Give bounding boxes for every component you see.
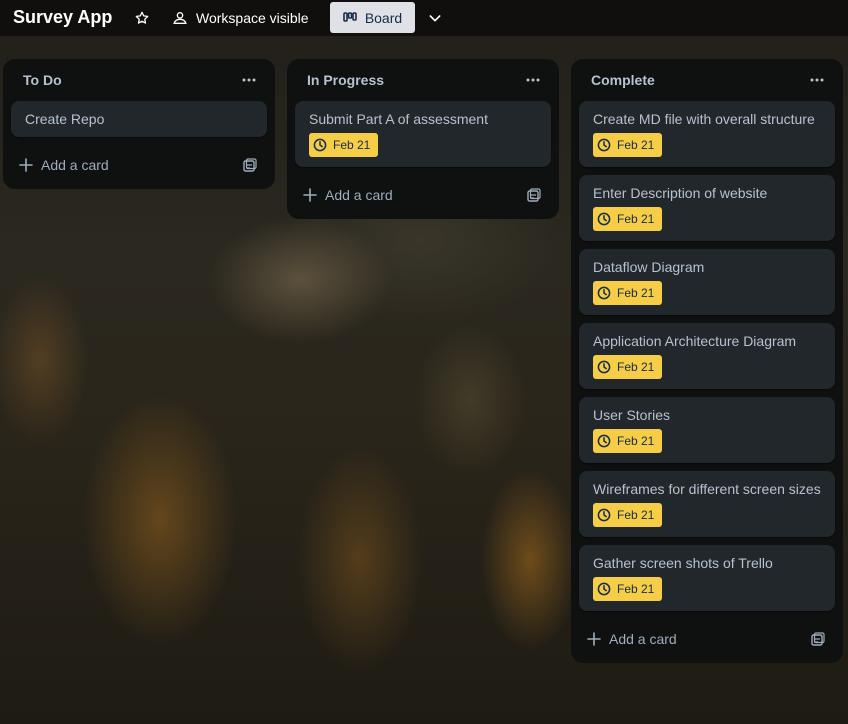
list-complete: Complete Create MD file with overall str… [571, 59, 843, 663]
template-icon [243, 158, 257, 172]
view-switcher-button[interactable] [423, 6, 447, 30]
card-title: Application Architecture Diagram [593, 333, 797, 349]
list-menu-button[interactable] [519, 66, 547, 94]
template-icon [811, 632, 825, 646]
add-card-button[interactable]: Add a card [19, 157, 109, 173]
card-title: Gather screen shots of Trello [593, 555, 773, 571]
card[interactable]: Gather screen shots of Trello Feb 21 [579, 545, 835, 611]
list-in-progress: In Progress Submit Part A of assessment … [287, 59, 559, 219]
board-header: Survey App Workspace visible Board [0, 0, 848, 36]
create-from-template-button[interactable] [809, 630, 827, 648]
clock-icon [597, 286, 611, 300]
due-date-label: Feb 21 [617, 286, 655, 300]
add-card-label: Add a card [609, 631, 677, 647]
due-date-badge[interactable]: Feb 21 [593, 429, 663, 453]
card[interactable]: Dataflow Diagram Feb 21 [579, 249, 835, 315]
list-title[interactable]: Complete [591, 72, 655, 88]
card-title: Create MD file with overall structure [593, 111, 815, 127]
card-title: User Stories [593, 407, 671, 423]
template-icon [527, 188, 541, 202]
plus-icon [303, 188, 317, 202]
create-from-template-button[interactable] [525, 186, 543, 204]
card[interactable]: Submit Part A of assessment Feb 21 [295, 101, 551, 167]
due-date-label: Feb 21 [617, 360, 655, 374]
due-date-label: Feb 21 [617, 138, 655, 152]
card[interactable]: User Stories Feb 21 [579, 397, 835, 463]
due-date-label: Feb 21 [617, 508, 655, 522]
add-card-label: Add a card [325, 187, 393, 203]
add-card-row: Add a card [11, 145, 267, 185]
workspace-visibility-button[interactable]: Workspace visible [166, 4, 315, 32]
due-date-badge[interactable]: Feb 21 [593, 503, 663, 527]
board-view-icon [343, 11, 357, 22]
card[interactable]: Create MD file with overall structure Fe… [579, 101, 835, 167]
star-board-button[interactable] [130, 6, 154, 30]
board-view-button[interactable]: Board [330, 2, 415, 33]
card-title: Create Repo [25, 111, 105, 127]
due-date-badge[interactable]: Feb 21 [593, 577, 663, 601]
card-title: Wireframes for different screen sizes [593, 481, 821, 497]
card[interactable]: Enter Description of website Feb 21 [579, 175, 835, 241]
due-date-label: Feb 21 [617, 212, 655, 226]
card[interactable]: Create Repo [11, 101, 267, 137]
list-header: In Progress [287, 59, 559, 101]
board-title[interactable]: Survey App [13, 6, 112, 28]
visibility-label: Workspace visible [196, 10, 309, 26]
due-date-label: Feb 21 [617, 582, 655, 596]
more-icon [810, 78, 824, 82]
card[interactable]: Wireframes for different screen sizes Fe… [579, 471, 835, 537]
due-date-badge[interactable]: Feb 21 [309, 133, 379, 157]
list-title[interactable]: In Progress [307, 72, 384, 88]
clock-icon [597, 138, 611, 152]
more-icon [242, 78, 256, 82]
clock-icon [597, 360, 611, 374]
list-to-do: To Do Create Repo Add a card [3, 59, 275, 189]
chevron-down-icon [429, 15, 441, 22]
clock-icon [597, 212, 611, 226]
add-card-row: Add a card [579, 619, 835, 659]
due-date-badge[interactable]: Feb 21 [593, 355, 663, 379]
add-card-button[interactable]: Add a card [303, 187, 393, 203]
due-date-label: Feb 21 [333, 138, 371, 152]
due-date-badge[interactable]: Feb 21 [593, 133, 663, 157]
due-date-badge[interactable]: Feb 21 [593, 281, 663, 305]
due-date-label: Feb 21 [617, 434, 655, 448]
view-label: Board [364, 9, 403, 26]
create-from-template-button[interactable] [241, 156, 259, 174]
clock-icon [597, 434, 611, 448]
list-header: To Do [3, 59, 275, 101]
add-card-button[interactable]: Add a card [587, 631, 677, 647]
list-title[interactable]: To Do [23, 72, 62, 88]
add-card-label: Add a card [41, 157, 109, 173]
clock-icon [597, 582, 611, 596]
list-menu-button[interactable] [803, 66, 831, 94]
plus-icon [587, 632, 601, 646]
clock-icon [313, 138, 327, 152]
clock-icon [597, 508, 611, 522]
plus-icon [19, 158, 33, 172]
list-header: Complete [571, 59, 843, 101]
card-title: Submit Part A of assessment [309, 111, 488, 127]
card-title: Enter Description of website [593, 185, 768, 201]
star-icon [135, 11, 149, 24]
due-date-badge[interactable]: Feb 21 [593, 207, 663, 231]
list-menu-button[interactable] [235, 66, 263, 94]
card[interactable]: Application Architecture Diagram Feb 21 [579, 323, 835, 389]
add-card-row: Add a card [295, 175, 551, 215]
card-title: Dataflow Diagram [593, 259, 705, 275]
people-icon [173, 12, 187, 24]
more-icon [526, 78, 540, 82]
